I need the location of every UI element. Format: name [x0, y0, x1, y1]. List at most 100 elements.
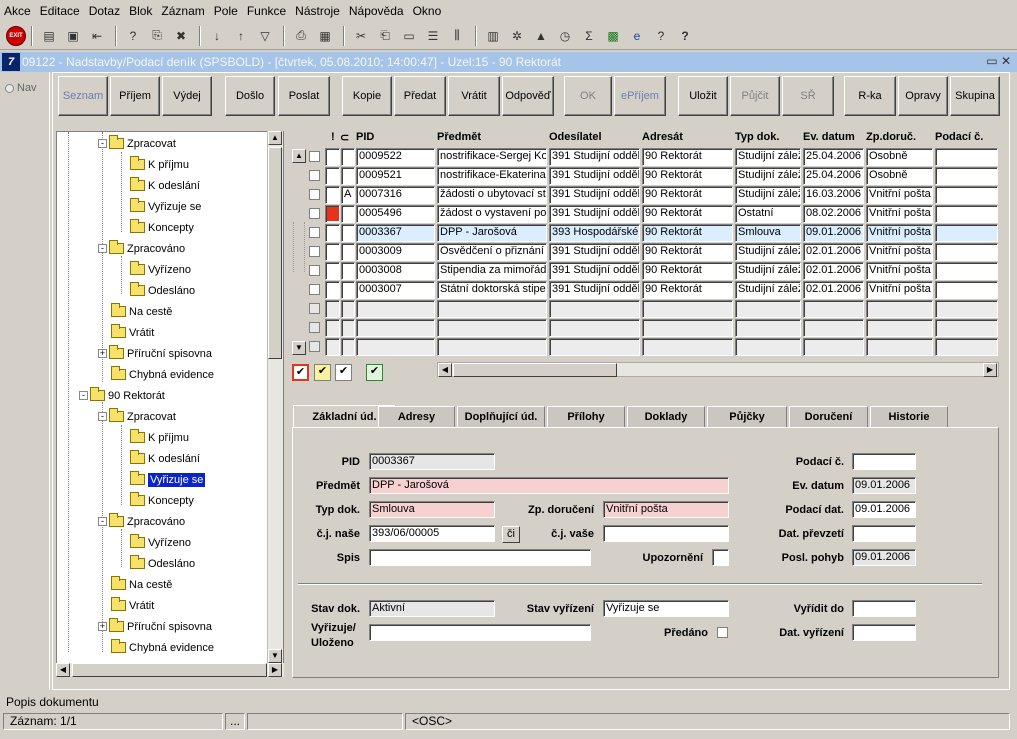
predmet-field[interactable]: DPP - Jarošová	[369, 477, 729, 494]
tab-prilohy[interactable]: Přílohy	[547, 406, 625, 427]
tree-horizontal-scrollbar[interactable]: ◀ ▶	[56, 663, 284, 677]
row-flag-cell[interactable]	[325, 167, 340, 185]
column-header-pid[interactable]: PID	[356, 131, 374, 143]
table-cell[interactable]: Smlouva	[735, 224, 801, 242]
menu-funkce[interactable]: Funkce	[247, 4, 286, 18]
table-cell[interactable]	[935, 243, 998, 261]
collapse-icon[interactable]: -	[98, 412, 107, 421]
sum-icon[interactable]: Σ	[578, 25, 600, 47]
eprijem-button[interactable]: ePříjem	[614, 76, 666, 116]
table-cell[interactable]: 90 Rektorát	[642, 224, 733, 242]
poslat-button[interactable]: Poslat	[278, 76, 330, 116]
grid-scroll-grip[interactable]	[293, 222, 305, 272]
scroll-thumb[interactable]	[268, 147, 282, 359]
table-cell[interactable]: 90 Rektorát	[642, 148, 733, 166]
row-flag-cell[interactable]	[325, 319, 340, 337]
vyridit-do-field[interactable]	[852, 600, 916, 617]
tree-node[interactable]: K příjmu	[130, 154, 189, 175]
tree-node[interactable]: Koncepty	[130, 217, 194, 238]
column-header-flag[interactable]: !	[331, 131, 335, 143]
table-cell[interactable]: 25.04.2006	[803, 148, 864, 166]
menu-okno[interactable]: Okno	[413, 4, 442, 18]
tree-node[interactable]: + Příruční spisovna	[98, 343, 212, 364]
legend-yellow-check[interactable]: ✔	[314, 364, 331, 381]
tree-node[interactable]: K odeslání	[130, 175, 200, 196]
row-checkbox[interactable]	[309, 170, 320, 181]
table-cell[interactable]	[356, 300, 435, 318]
table-cell[interactable]	[935, 338, 998, 356]
table-cell[interactable]: 391 Studijní odděle	[549, 148, 640, 166]
row-checkbox[interactable]	[309, 322, 320, 333]
table-cell[interactable]	[866, 300, 933, 318]
table-cell[interactable]	[437, 338, 547, 356]
table-cell[interactable]	[866, 319, 933, 337]
table-cell[interactable]: Vnitřní pošta	[866, 205, 933, 223]
row-attachment-cell[interactable]	[341, 300, 355, 318]
predat-button[interactable]: Předat	[394, 76, 446, 116]
table-cell[interactable]: 90 Rektorát	[642, 186, 733, 204]
tree-node[interactable]: Chybná evidence	[111, 637, 214, 658]
table-cell[interactable]: 02.01.2006	[803, 243, 864, 261]
table-cell[interactable]: 90 Rektorát	[642, 262, 733, 280]
table-cell[interactable]: Osvědčení o přiznání	[437, 243, 547, 261]
table-cell[interactable]: Vnitřní pošta	[866, 224, 933, 242]
tree-node[interactable]: Odesláno	[130, 280, 195, 301]
vydej-button[interactable]: Výdej	[162, 76, 212, 116]
tree-node[interactable]: - Zpracovat	[98, 133, 176, 154]
r-ka-button[interactable]: R-ka	[844, 76, 896, 116]
tree-node[interactable]: - 90 Rektorát	[79, 385, 165, 406]
menu-dotaz[interactable]: Dotaz	[89, 4, 120, 18]
zp-doruceni-field[interactable]: Vnitřní pošta	[603, 501, 729, 518]
table-cell[interactable]: 08.02.2006	[803, 205, 864, 223]
printer-icon[interactable]: ⎙	[290, 25, 312, 47]
row-flag-cell[interactable]	[325, 243, 340, 261]
table-cell[interactable]	[935, 148, 998, 166]
exit-icon[interactable]: EXIT	[6, 25, 26, 46]
cut-icon[interactable]: ✂	[350, 25, 372, 47]
spis-field[interactable]	[369, 549, 591, 566]
ie-icon[interactable]: e	[626, 25, 648, 47]
tree-node-selected[interactable]: Vyřizuje se	[130, 469, 206, 490]
sort-asc-icon[interactable]: ↓	[206, 25, 228, 47]
table-cell[interactable]	[935, 262, 998, 280]
row-flag-cell[interactable]	[325, 281, 340, 299]
tree-node[interactable]: Vyřizuje se	[130, 196, 201, 217]
window-controls-icon[interactable]: ▭ ✕	[986, 54, 1011, 68]
table-cell[interactable]	[437, 319, 547, 337]
row-attachment-cell[interactable]	[341, 262, 355, 280]
table-cell[interactable]: nostrifikace-Ekaterina	[437, 167, 547, 185]
seznam-button[interactable]: Seznam	[58, 76, 108, 116]
table-cell[interactable]	[803, 338, 864, 356]
legend-red-check[interactable]: ✔	[292, 364, 309, 381]
table-cell[interactable]: Studijní zálež	[735, 167, 801, 185]
filter-icon[interactable]: ▽	[254, 25, 276, 47]
table-cell[interactable]: nostrifikace-Sergej Ko	[437, 148, 547, 166]
row-attachment-cell[interactable]	[341, 281, 355, 299]
prijem-button[interactable]: Příjem	[110, 76, 160, 116]
table-cell[interactable]	[735, 300, 801, 318]
table-cell[interactable]: žádosti o ubytovací st	[437, 186, 547, 204]
nav-radio[interactable]: Nav	[5, 82, 49, 94]
clock-icon[interactable]: ◷	[554, 25, 576, 47]
posl-pohyb-field[interactable]: 09.01.2006	[852, 549, 916, 566]
table-cell[interactable]	[935, 300, 998, 318]
help-person-icon[interactable]: ?	[650, 25, 672, 47]
table-cell[interactable]	[356, 338, 435, 356]
table-cell[interactable]: 09.01.2006	[803, 224, 864, 242]
tree-node[interactable]: Na cestě	[111, 301, 172, 322]
table-cell[interactable]: Vnitřní pošta	[866, 243, 933, 261]
table-cell[interactable]: 16.03.2006	[803, 186, 864, 204]
doslo-button[interactable]: Došlo	[225, 76, 275, 116]
table-cell[interactable]: Osobně	[866, 148, 933, 166]
expand-icon[interactable]: +	[98, 622, 107, 631]
menu-nastroje[interactable]: Nástroje	[295, 4, 340, 18]
row-checkbox[interactable]	[309, 246, 320, 257]
table-cell[interactable]: 90 Rektorát	[642, 167, 733, 185]
row-attachment-cell[interactable]	[341, 167, 355, 185]
tree-node[interactable]: - Zpracováno	[98, 238, 185, 259]
column-header-ev-datum[interactable]: Ev. datum	[803, 131, 855, 143]
table-cell[interactable]: 0003007	[356, 281, 435, 299]
row-checkbox[interactable]	[309, 284, 320, 295]
menu-zaznam[interactable]: Záznam	[161, 4, 204, 18]
row-checkbox[interactable]	[309, 227, 320, 238]
